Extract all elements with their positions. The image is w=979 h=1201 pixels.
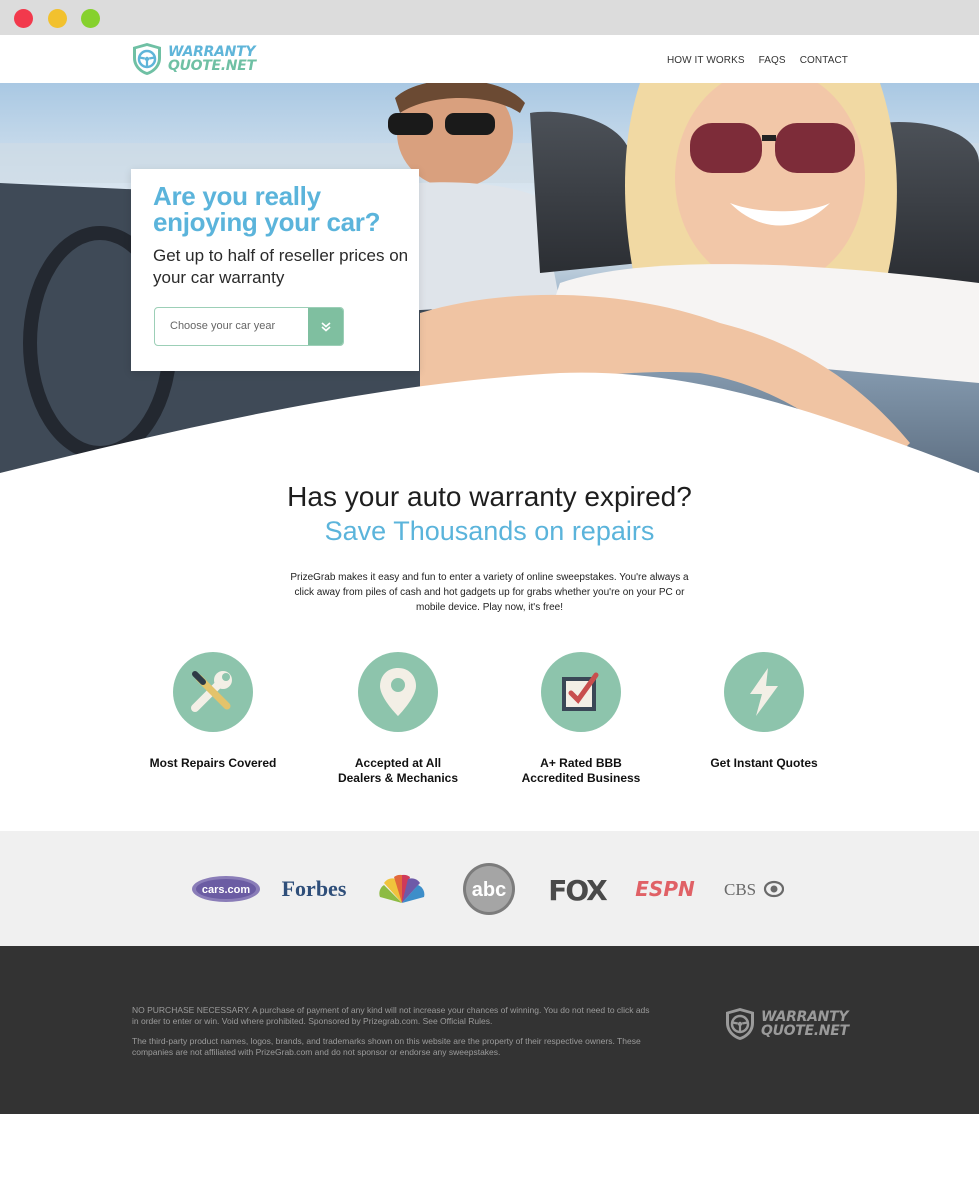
feature-label: A+ Rated BBB Accredited Business [521,756,641,785]
feature-quotes: Get Instant Quotes [684,652,844,771]
car-year-select[interactable]: Choose your car year [154,307,344,346]
feature-label: Accepted at All Dealers & Mechanics [337,756,459,785]
cars-com-logo: cars.com [191,831,261,946]
footer-logo[interactable]: WARRANTY QUOTE.NET [724,1007,849,1041]
svg-text:CBS: CBS [724,880,756,899]
logo-line-2: QUOTE.NET [761,1023,849,1039]
feature-repairs: Most Repairs Covered [133,652,293,771]
forbes-logo: Forbes [278,831,350,946]
car-year-placeholder: Choose your car year [170,320,276,332]
legal-paragraph-1: NO PURCHASE NECESSARY. A purchase of pay… [132,1005,650,1026]
svg-text:FOX: FOX [548,874,608,906]
logo-line-1: WARRANTY [761,1009,849,1025]
section-title: Has your auto warranty expired? [287,481,692,512]
section-subtitle: Save Thousands on repairs [324,516,655,546]
footer-logo-wordmark: WARRANTY QUOTE.NET [761,1010,849,1038]
feature-accepted: Accepted at All Dealers & Mechanics [318,652,478,786]
close-window-button[interactable] [14,9,33,28]
tools-icon [173,652,253,732]
steering-wheel-shield-icon [133,43,161,75]
checkbox-icon [541,652,621,732]
nav-how-it-works[interactable]: HOW IT WORKS [667,55,745,66]
double-chevron-down-icon[interactable] [308,308,343,345]
abc-logo: abc [460,831,518,946]
site-header: WARRANTY QUOTE.NET HOW IT WORKS FAQS CON… [0,35,979,83]
main-nav: HOW IT WORKS FAQS CONTACT [667,55,848,66]
logo-line-1: WARRANTY [168,44,256,60]
svg-text:cars.com: cars.com [202,884,251,896]
logo-line-2: QUOTE.NET [168,58,256,74]
hero-card: Are you really enjoying your car? Get up… [131,169,419,371]
espn-logo: ESPN [630,831,700,946]
maximize-window-button[interactable] [81,9,100,28]
map-pin-icon [358,652,438,732]
svg-text:abc: abc [472,879,506,901]
hero-title: Are you really enjoying your car? [153,181,381,237]
steering-wheel-shield-icon [726,1008,754,1040]
legal-text: NO PURCHASE NECESSARY. A purchase of pay… [132,1005,652,1067]
section-body: PrizeGrab makes it easy and fun to enter… [290,572,689,613]
browser-chrome [0,0,979,35]
legal-paragraph-2: The third-party product names, logos, br… [132,1036,641,1057]
nbc-logo [372,831,432,946]
features-row: Most Repairs Covered Accepted at All Dea… [0,652,979,792]
site-logo[interactable]: WARRANTY QUOTE.NET [131,42,256,76]
feature-label: Get Instant Quotes [710,756,818,770]
feature-label: Most Repairs Covered [149,756,277,770]
fox-logo: FOX [545,831,609,946]
svg-text:ESPN: ESPN [635,877,695,901]
nav-faqs[interactable]: FAQS [759,55,786,66]
lightning-icon [724,652,804,732]
svg-text:Forbes: Forbes [282,876,347,901]
press-logos-bar: cars.com Forbes abc FOX ESPN CBS [0,831,979,946]
hero-section: Are you really enjoying your car? Get up… [0,83,979,483]
logo-wordmark: WARRANTY QUOTE.NET [168,45,256,73]
cbs-logo: CBS [722,831,784,946]
site-footer: NO PURCHASE NECESSARY. A purchase of pay… [0,946,979,1114]
feature-bbb: A+ Rated BBB Accredited Business [501,652,661,786]
nav-contact[interactable]: CONTACT [800,55,848,66]
hero-subtitle: Get up to half of reseller prices on you… [153,246,409,287]
minimize-window-button[interactable] [48,9,67,28]
